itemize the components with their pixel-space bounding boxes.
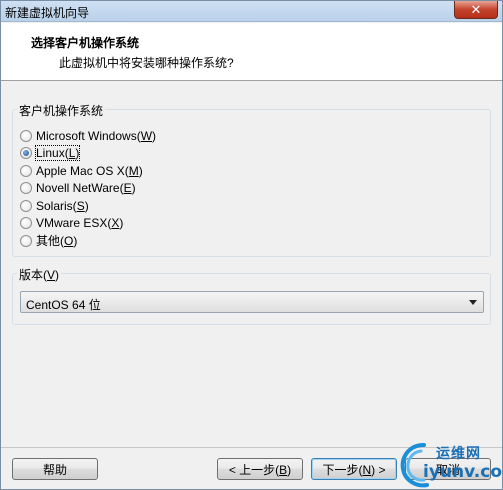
version-select-value: CentOS 64 位 bbox=[26, 298, 101, 312]
back-button[interactable]: < 上一步(B) bbox=[217, 458, 303, 480]
radio-button[interactable] bbox=[20, 129, 32, 142]
radio-label: VMware ESX(X) bbox=[36, 215, 124, 230]
radio-label: Apple Mac OS X(M) bbox=[36, 163, 143, 178]
radio-button[interactable] bbox=[20, 181, 32, 194]
radio-button[interactable] bbox=[20, 199, 32, 212]
next-button[interactable]: 下一步(N) > bbox=[311, 458, 397, 480]
radio-label: Microsoft Windows(W) bbox=[36, 128, 157, 143]
radio-label: 其他(O) bbox=[36, 234, 78, 248]
watermark-text-1: 运维网 bbox=[436, 445, 481, 461]
radio-windows[interactable]: Microsoft Windows(W) bbox=[20, 127, 156, 144]
radio-other[interactable]: 其他(O) bbox=[20, 232, 77, 249]
radio-label: Solaris(S) bbox=[36, 198, 89, 213]
window-title: 新建虚拟机向导 bbox=[5, 6, 90, 20]
radio-label: Linux(L) bbox=[34, 144, 81, 161]
version-select[interactable]: CentOS 64 位 bbox=[20, 291, 484, 313]
close-icon: ✕ bbox=[470, 1, 482, 17]
radio-label: Novell NetWare(E) bbox=[36, 180, 136, 195]
title-bar[interactable]: 新建虚拟机向导 ✕ bbox=[1, 1, 502, 22]
version-group-label: 版本(V) bbox=[17, 266, 62, 283]
page-title: 选择客户机操作系统 bbox=[31, 36, 140, 50]
watermark-text-2: iyunv.com bbox=[423, 462, 503, 482]
back-button-label: < 上一步(B) bbox=[228, 462, 292, 477]
radio-mac-os-x[interactable]: Apple Mac OS X(M) bbox=[20, 162, 143, 179]
radio-netware[interactable]: Novell NetWare(E) bbox=[20, 179, 136, 196]
radio-solaris[interactable]: Solaris(S) bbox=[20, 197, 89, 214]
radio-button-selected[interactable] bbox=[20, 146, 32, 159]
guest-os-group-label: 客户机操作系统 bbox=[17, 102, 106, 119]
close-button[interactable]: ✕ bbox=[454, 1, 498, 19]
radio-button[interactable] bbox=[20, 234, 32, 247]
radio-vmware-esx[interactable]: VMware ESX(X) bbox=[20, 214, 123, 231]
help-button-label: 帮助 bbox=[42, 462, 67, 477]
wizard-header: 选择客户机操作系统 此虚拟机中将安装哪种操作系统? bbox=[1, 23, 502, 81]
radio-button[interactable] bbox=[20, 216, 32, 229]
next-button-label: 下一步(N) > bbox=[322, 462, 386, 477]
radio-button[interactable] bbox=[20, 164, 32, 177]
page-subtitle: 此虚拟机中将安装哪种操作系统? bbox=[59, 56, 234, 70]
radio-linux[interactable]: Linux(L) bbox=[20, 144, 81, 161]
chevron-down-icon[interactable] bbox=[469, 300, 477, 305]
help-button[interactable]: 帮助 bbox=[12, 458, 98, 480]
watermark: 运维网 iyunv.com bbox=[399, 441, 503, 489]
wizard-window: 新建虚拟机向导 ✕ 选择客户机操作系统 此虚拟机中将安装哪种操作系统? 客户机操… bbox=[0, 0, 503, 490]
